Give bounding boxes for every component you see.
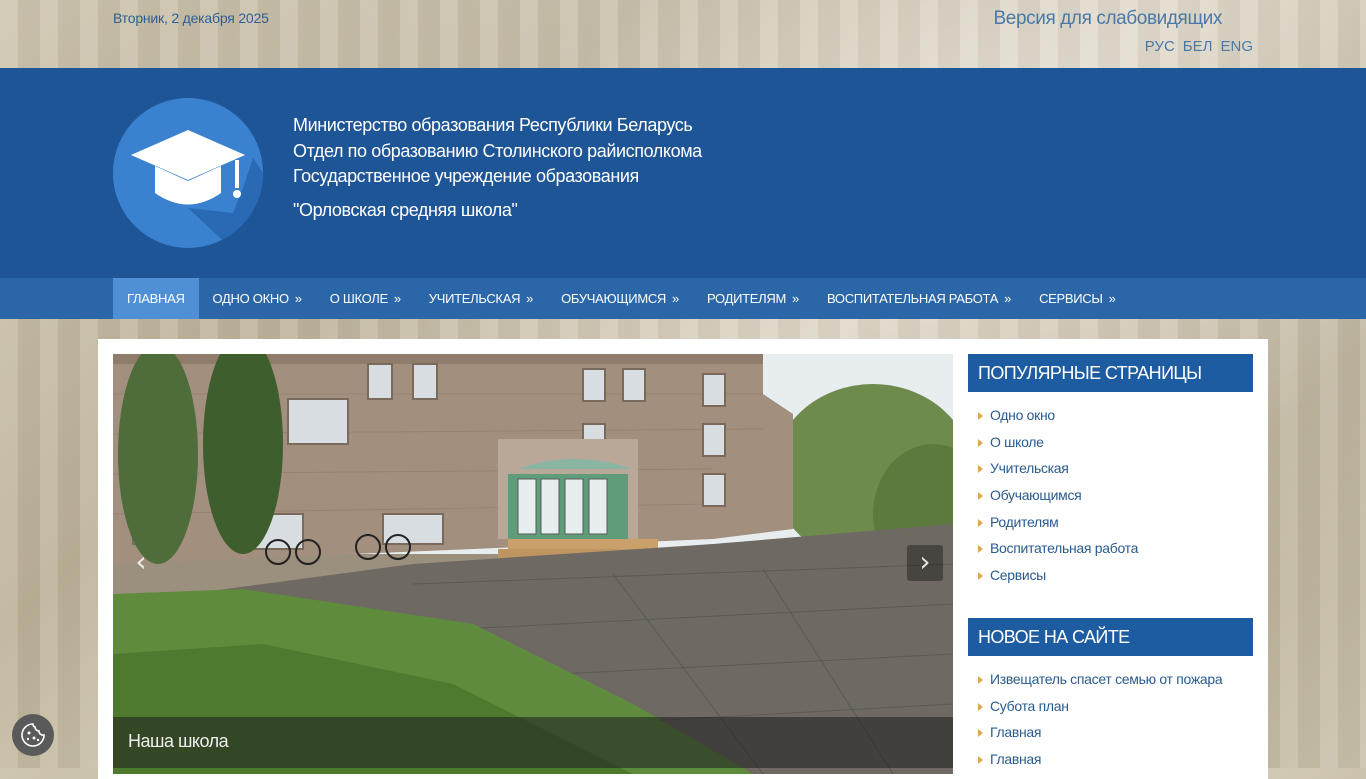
nav-about-school[interactable]: О ШКОЛЕ»	[316, 278, 415, 319]
current-date: Вторник, 2 декабря 2025	[113, 10, 269, 26]
popular-link-services[interactable]: Сервисы	[978, 562, 1138, 589]
institution-title: Государственное учреждение образования	[293, 166, 639, 186]
site-logo[interactable]	[113, 98, 263, 248]
popular-link-upbringing[interactable]: Воспитательная работа	[978, 535, 1138, 562]
slider-caption-text: Наша школа	[128, 731, 229, 751]
nav-one-window[interactable]: ОДНО ОКНО»	[199, 278, 316, 319]
popular-pages-title: ПОПУЛЯРНЫЕ СТРАНИЦЫ	[968, 354, 1253, 392]
cookie-icon	[21, 723, 45, 747]
popular-pages-list: Одно окно О школе Учительская Обучающимс…	[978, 402, 1138, 589]
language-switcher: РУС БЕЛ ENG	[1145, 38, 1253, 55]
new-link-1[interactable]: Извещатель спасет семью от пожара	[978, 666, 1223, 693]
nav-parents[interactable]: РОДИТЕЛЯМ»	[693, 278, 813, 319]
department-title: Отдел по образованию Столинского райиспо…	[293, 140, 702, 161]
slider-prev-button[interactable]: ‹	[123, 545, 159, 581]
low-vision-link[interactable]: Версия для слабовидящих	[994, 8, 1223, 30]
graduation-cap-icon	[113, 98, 263, 248]
popular-link-teachers[interactable]: Учительская	[978, 455, 1138, 482]
ministry-title: Министерство образования Республики Бела…	[293, 115, 693, 135]
header-titles: Министерство образования Республики Бела…	[293, 113, 702, 221]
lang-ru[interactable]: РУС	[1145, 38, 1175, 55]
popular-link-one-window[interactable]: Одно окно	[978, 402, 1138, 429]
slider-caption: Наша школа	[113, 717, 953, 768]
nav-home[interactable]: ГЛАВНАЯ	[113, 278, 199, 319]
new-link-3[interactable]: Главная	[978, 719, 1222, 746]
new-on-site-list: Извещатель спасет семью от пожара Субота…	[978, 666, 1223, 773]
nav-teachers[interactable]: УЧИТЕЛЬСКАЯ»	[415, 278, 547, 319]
slider-next-button[interactable]: ›	[907, 545, 943, 581]
cookie-settings-button[interactable]	[12, 714, 54, 756]
main-nav: ГЛАВНАЯ ОДНО ОКНО» О ШКОЛЕ» УЧИТЕЛЬСКАЯ»…	[0, 278, 1366, 319]
nav-upbringing[interactable]: ВОСПИТАТЕЛЬНАЯ РАБОТА»	[813, 278, 1025, 319]
nav-services[interactable]: СЕРВИСЫ»	[1025, 278, 1129, 319]
popular-link-about[interactable]: О школе	[978, 429, 1138, 456]
nav-students[interactable]: ОБУЧАЮЩИМСЯ»	[547, 278, 693, 319]
popular-link-parents[interactable]: Родителям	[978, 509, 1138, 536]
new-on-site-title: НОВОЕ НА САЙТЕ	[968, 618, 1253, 656]
popular-link-students[interactable]: Обучающимся	[978, 482, 1138, 509]
school-name: "Орловская средняя школа"	[293, 199, 518, 220]
new-link-4[interactable]: Главная	[978, 746, 1222, 773]
lang-be[interactable]: БЕЛ	[1183, 38, 1213, 55]
lang-en[interactable]: ENG	[1220, 38, 1253, 55]
school-photo	[113, 354, 953, 774]
school-photo-slider[interactable]	[113, 354, 953, 774]
new-link-2[interactable]: Субота план	[978, 693, 1222, 720]
